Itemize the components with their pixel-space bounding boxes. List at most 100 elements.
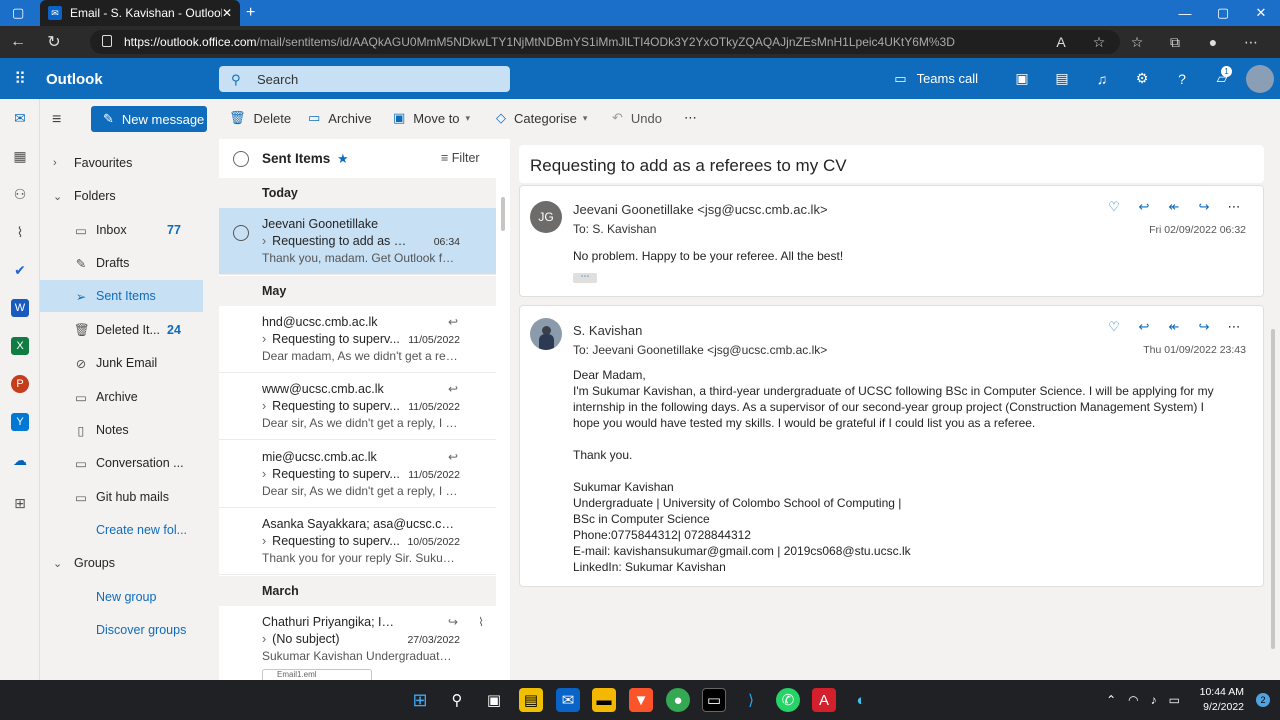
folder-sent-items[interactable]: ➢ Sent Items bbox=[40, 280, 203, 312]
forward-icon[interactable]: ↪ bbox=[1189, 199, 1219, 215]
reply-icon[interactable]: ↩ bbox=[1129, 199, 1159, 215]
folder-git-hub-mails[interactable]: ▭ Git hub mails bbox=[40, 481, 203, 513]
feedback-icon[interactable]: ▱ 1 bbox=[1202, 66, 1242, 87]
favorites-icon[interactable]: ☆ bbox=[1118, 34, 1156, 51]
filter-button[interactable]: ≡ Filter bbox=[441, 151, 480, 165]
folder-notes[interactable]: ▯ Notes bbox=[40, 414, 203, 446]
add-favorite-icon[interactable]: ☆ bbox=[1080, 34, 1118, 51]
notification-badge[interactable]: 2 bbox=[1256, 693, 1270, 707]
email-card-reply[interactable]: JG Jeevani Goonetillake <jsg@ucsc.cmb.ac… bbox=[519, 185, 1264, 297]
list-item[interactable]: www@ucsc.cmb.ac.lk ↩ › Requesting to supe… bbox=[219, 373, 496, 440]
list-item[interactable]: hnd@ucsc.cmb.ac.lk ↩ › Requesting to supe… bbox=[219, 306, 496, 373]
word-icon[interactable]: W bbox=[11, 299, 29, 317]
select-all-checkbox[interactable] bbox=[233, 151, 249, 167]
todo-icon[interactable]: ✔ bbox=[11, 261, 29, 279]
whats-new-icon[interactable]: ▤ bbox=[1042, 70, 1082, 87]
categorise-button[interactable]: ◇ Categorise ▾ bbox=[496, 110, 587, 126]
url-field[interactable]: https://outlook.office.com/mail/sentitem… bbox=[90, 30, 1120, 54]
more-commands-icon[interactable]: ⋯ bbox=[684, 110, 697, 126]
search-icon[interactable]: ⚲ bbox=[445, 688, 469, 712]
teams-call-button[interactable]: ▭ Teams call bbox=[894, 71, 988, 87]
close-window-icon[interactable]: ✕ bbox=[1242, 0, 1280, 26]
yammer-icon[interactable]: Y bbox=[11, 413, 29, 431]
calendar-icon[interactable]: ▦ bbox=[11, 147, 29, 165]
refresh-icon[interactable]: ↻ bbox=[36, 26, 72, 58]
undo-button[interactable]: ↶ Undo bbox=[612, 110, 662, 126]
help-icon[interactable]: ? bbox=[1162, 71, 1202, 87]
scrollbar-thumb[interactable] bbox=[501, 197, 505, 231]
forward-icon[interactable]: ↪ bbox=[1189, 319, 1219, 335]
back-icon[interactable]: ← bbox=[0, 26, 36, 58]
new-group-link[interactable]: New group bbox=[40, 581, 203, 613]
show-quoted-text-button[interactable]: ⋯ bbox=[573, 272, 597, 283]
reply-all-icon[interactable]: ↞ bbox=[1159, 199, 1189, 215]
browser-menu-icon[interactable]: ⋯ bbox=[1232, 34, 1270, 51]
whatsapp-icon[interactable]: ✆ bbox=[776, 688, 800, 712]
excel-icon[interactable]: X bbox=[11, 337, 29, 355]
list-item[interactable]: mie@ucsc.cmb.ac.lk ↩ › Requesting to supe… bbox=[219, 441, 496, 508]
system-clock[interactable]: 10:44 AM 9/2/2022 bbox=[1200, 685, 1244, 715]
folder-conversation-history[interactable]: ▭ Conversation ... bbox=[40, 447, 203, 479]
delete-button[interactable]: 🗑 Delete bbox=[229, 110, 291, 126]
app-launcher-icon[interactable]: ⠿ bbox=[0, 58, 40, 99]
more-actions-icon[interactable]: ⋯ bbox=[1219, 199, 1249, 215]
my-day-icon[interactable]: ▣ bbox=[1002, 70, 1042, 87]
read-aloud-icon[interactable]: A bbox=[1042, 34, 1080, 50]
onedrive-icon[interactable]: ☁ bbox=[11, 451, 29, 469]
acrobat-icon[interactable]: A bbox=[812, 688, 836, 712]
profile-icon[interactable]: ● bbox=[1194, 34, 1232, 50]
search-box[interactable]: ⚲ Search bbox=[219, 66, 510, 92]
windows-start-icon[interactable]: ⊞ bbox=[408, 688, 432, 712]
gear-icon[interactable]: ⚙ bbox=[1122, 70, 1162, 87]
reply-all-icon[interactable]: ↞ bbox=[1159, 319, 1189, 335]
folder-junk-email[interactable]: ⊘ Junk Email bbox=[40, 347, 203, 379]
app-name[interactable]: Outlook bbox=[46, 71, 103, 88]
volume-icon[interactable]: ♪ bbox=[1151, 693, 1157, 707]
like-icon[interactable]: ♡ bbox=[1099, 199, 1129, 215]
mail-icon[interactable]: ✉ bbox=[11, 109, 29, 127]
star-icon[interactable]: ★ bbox=[337, 151, 349, 167]
attachment-icon[interactable]: ⌇ bbox=[11, 223, 29, 241]
hamburger-icon[interactable]: ≡ bbox=[52, 111, 61, 129]
vscode-icon[interactable]: ⟩ bbox=[739, 688, 763, 712]
wifi-icon[interactable]: ◠ bbox=[1128, 693, 1138, 707]
folder-archive[interactable]: ▭ Archive bbox=[40, 381, 203, 413]
groups-header[interactable]: ⌄ Groups bbox=[40, 547, 203, 579]
chevron-up-icon[interactable]: ⌃ bbox=[1106, 693, 1116, 707]
select-radio[interactable] bbox=[233, 225, 249, 241]
message-list-scrollbar[interactable] bbox=[496, 179, 510, 680]
browser-tab[interactable]: ✉ Email - S. Kavishan - Outlook ✕ bbox=[40, 0, 240, 26]
bell-icon[interactable]: ♫ bbox=[1082, 71, 1122, 87]
minimize-icon[interactable]: — bbox=[1166, 0, 1204, 26]
favourites-header[interactable]: › Favourites bbox=[40, 147, 203, 179]
sender-name[interactable]: Jeevani Goonetillake <jsg@ucsc.cmb.ac.lk… bbox=[573, 202, 828, 217]
battery-icon[interactable]: ▭ bbox=[1169, 693, 1180, 707]
list-item[interactable]: Chathuri Priyangika; Imes... ↪ ⌇ › (No su… bbox=[219, 606, 496, 673]
email-card-original[interactable]: S. Kavishan To: Jeevani Goonetillake <js… bbox=[519, 305, 1264, 587]
folder-inbox[interactable]: ▭ Inbox 77 bbox=[40, 214, 203, 246]
reply-icon[interactable]: ↩ bbox=[1129, 319, 1159, 335]
reading-pane-scrollbar[interactable] bbox=[1266, 179, 1280, 680]
new-tab-icon[interactable]: + bbox=[246, 4, 255, 22]
edge-icon[interactable]: ◐ bbox=[849, 688, 873, 712]
new-message-button[interactable]: ✎ New message bbox=[91, 106, 207, 132]
more-apps-icon[interactable]: ⊞ bbox=[11, 494, 29, 512]
discover-groups-link[interactable]: Discover groups bbox=[40, 614, 203, 646]
sender-name[interactable]: S. Kavishan bbox=[573, 323, 642, 338]
people-icon[interactable]: ⚇ bbox=[11, 185, 29, 203]
archive-button[interactable]: ▭ Archive bbox=[308, 110, 372, 126]
close-tab-icon[interactable]: ✕ bbox=[222, 6, 232, 20]
user-avatar[interactable] bbox=[1246, 64, 1274, 93]
terminal-icon[interactable]: ▭ bbox=[702, 688, 726, 712]
powerpoint-icon[interactable]: P bbox=[11, 375, 29, 393]
more-actions-icon[interactable]: ⋯ bbox=[1219, 319, 1249, 335]
like-icon[interactable]: ♡ bbox=[1099, 319, 1129, 335]
move-to-button[interactable]: ▣ Move to ▾ bbox=[393, 110, 470, 126]
create-new-folder-link[interactable]: Create new fol... bbox=[40, 514, 203, 546]
mail-app-icon[interactable]: ✉ bbox=[556, 688, 580, 712]
folder-drafts[interactable]: ✎ Drafts bbox=[40, 247, 203, 279]
scrollbar-thumb[interactable] bbox=[1271, 329, 1275, 649]
sticky-notes-icon[interactable]: ▤ bbox=[519, 688, 543, 712]
tab-actions-icon[interactable]: ▢ bbox=[12, 5, 24, 21]
folder-deleted-items[interactable]: 🗑 Deleted It... 24 bbox=[40, 314, 203, 346]
